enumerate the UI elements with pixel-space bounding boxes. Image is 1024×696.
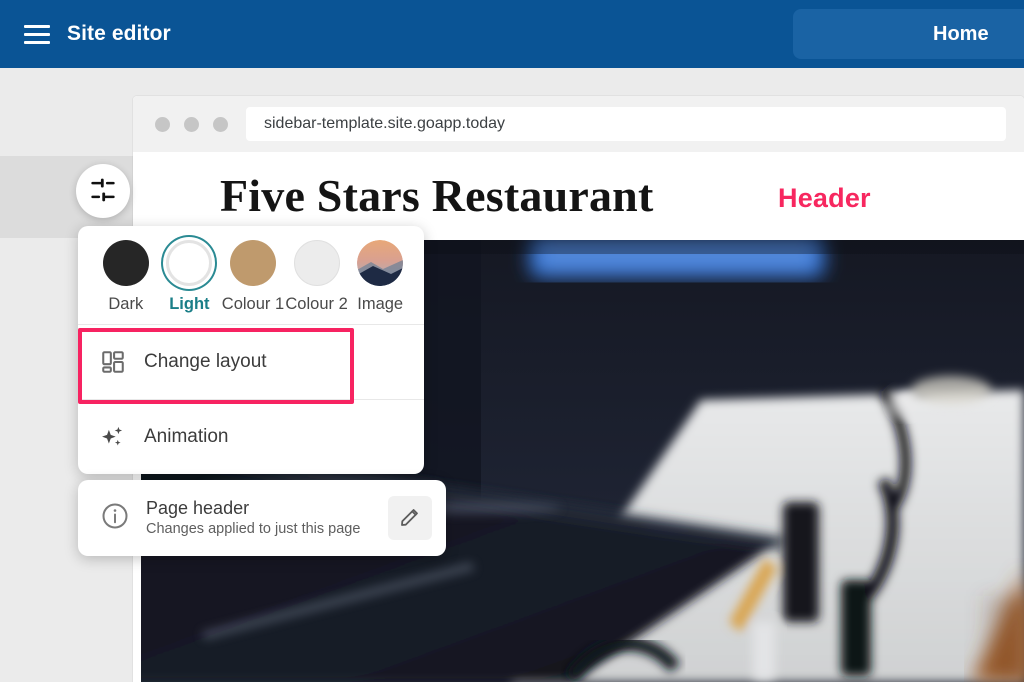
traffic-light-dot [155, 116, 170, 132]
swatch-image-circle [357, 240, 404, 286]
edit-page-header-button[interactable] [388, 496, 432, 540]
info-circle-icon [100, 501, 130, 536]
menu-item-label: Change layout [144, 351, 267, 372]
swatch-option-image[interactable]: Image [348, 240, 412, 314]
swatch-label: Colour 1 [221, 295, 285, 313]
swatch-label: Light [169, 295, 210, 313]
swatch-label: Colour 2 [285, 295, 348, 313]
hamburger-line [24, 24, 50, 28]
menu-item-change-layout[interactable]: Change layout [78, 325, 424, 404]
home-button[interactable]: Home [793, 9, 1024, 59]
menu-item-label: Animation [144, 426, 229, 447]
swatch-colour1-circle [229, 240, 276, 286]
info-card-subtitle: Changes applied to just this page [146, 521, 361, 538]
hamburger-line [24, 32, 50, 36]
hamburger-line [24, 40, 50, 44]
sparkles-icon [100, 424, 126, 450]
style-options-panel: Dark Light Colour 1 Colour 2 Image Chang… [78, 226, 424, 474]
screen-root: sidebar-template.site.goapp.today Five S… [0, 0, 1024, 696]
pencil-edit-icon [398, 505, 422, 532]
swatch-label: Dark [108, 295, 144, 313]
browser-chrome-bar: sidebar-template.site.goapp.today [133, 96, 1024, 152]
swatch-option-light[interactable]: Light [158, 240, 222, 314]
traffic-light-dots [155, 116, 228, 132]
theme-swatch-row: Dark Light Colour 1 Colour 2 Image [78, 226, 424, 324]
bottom-edge-strip [0, 682, 1024, 696]
tune-sliders-icon [89, 176, 117, 207]
swatch-dark-circle [102, 240, 149, 286]
swatch-option-colour-1[interactable]: Colour 1 [221, 240, 285, 314]
swatch-colour2-circle [293, 240, 340, 286]
swatch-option-colour-2[interactable]: Colour 2 [285, 240, 349, 314]
menu-item-animation[interactable]: Animation [78, 400, 424, 474]
swatch-option-dark[interactable]: Dark [94, 240, 158, 314]
info-card-texts: Page header Changes applied to just this… [146, 497, 372, 539]
app-bar-left-group: Site editor [24, 0, 171, 68]
grid-layout-icon [100, 349, 126, 375]
hamburger-icon[interactable] [24, 24, 50, 44]
url-input[interactable]: sidebar-template.site.goapp.today [246, 107, 1006, 141]
info-card-title: Page header [146, 497, 250, 518]
top-app-bar: Site editor Home [0, 0, 1024, 68]
app-bar-title: Site editor [67, 22, 171, 45]
header-annotation-label: Header [778, 183, 871, 213]
site-heading: Five Stars Restaurant [220, 170, 654, 221]
tune-settings-button[interactable] [76, 164, 130, 218]
traffic-light-dot [213, 116, 228, 132]
swatch-label: Image [357, 295, 404, 313]
traffic-light-dot [184, 116, 199, 132]
swatch-light-circle [166, 240, 213, 286]
page-header-info-card: Page header Changes applied to just this… [78, 480, 446, 556]
